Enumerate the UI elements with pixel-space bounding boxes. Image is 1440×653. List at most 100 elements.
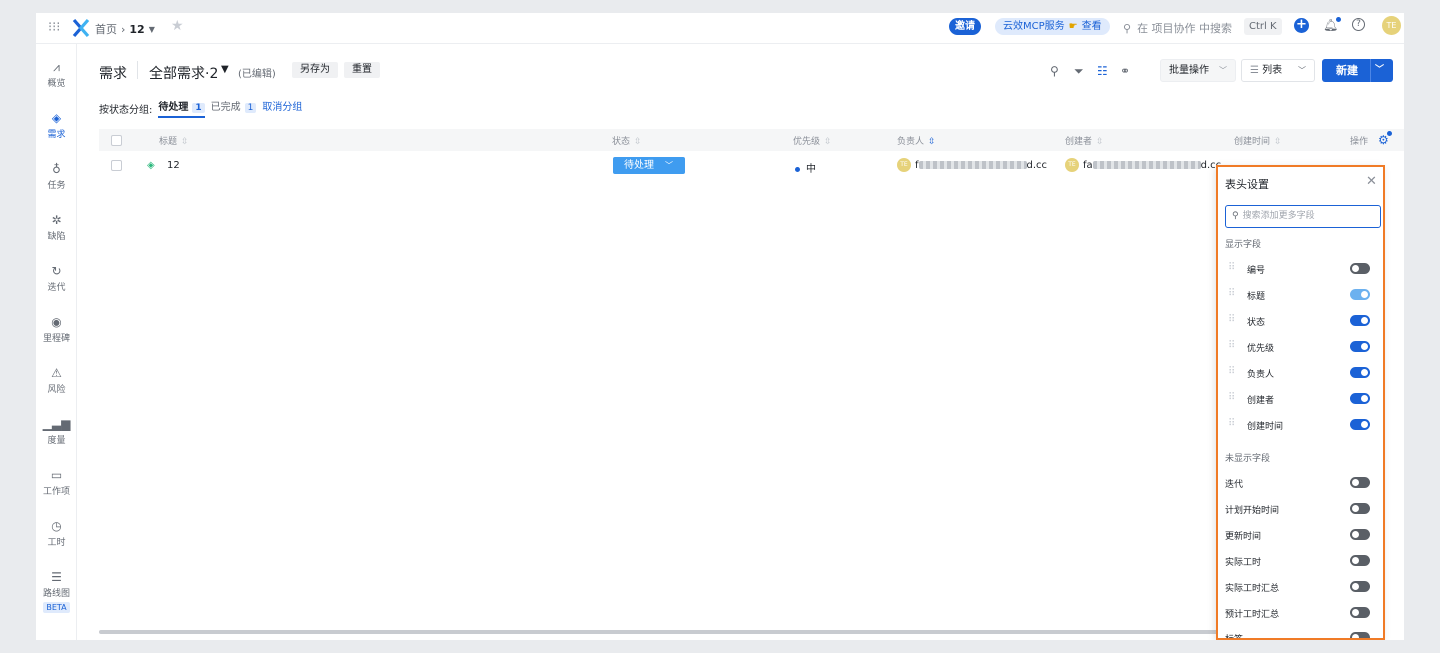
new-button[interactable]: 新建 ﹀ <box>1322 59 1393 82</box>
table-row[interactable]: ◈ 12 待处理 ﹀ 中 TE f d.cc TE fa d.cc <box>99 151 1404 181</box>
field-search-input[interactable]: ⚲ 搜索添加更多字段 <box>1225 205 1381 228</box>
toggle-switch[interactable] <box>1350 581 1370 592</box>
toggle-switch[interactable] <box>1350 607 1370 618</box>
star-icon[interactable]: ★ <box>171 18 184 34</box>
drag-handle-icon[interactable]: ⠿ <box>1228 340 1235 351</box>
toggle-switch[interactable] <box>1350 367 1370 378</box>
edited-label: (已编辑) <box>238 69 276 80</box>
breadcrumb-home[interactable]: 首页 <box>95 21 117 37</box>
sidebar-item-iterations[interactable]: ↻ 迭代 <box>36 264 77 293</box>
toggle-switch[interactable] <box>1350 419 1370 430</box>
column-header-status[interactable]: 状态 ⇳ <box>612 134 642 147</box>
field-row-priority[interactable]: ⠿ 优先级 <box>1225 340 1375 354</box>
toggle-switch[interactable] <box>1350 477 1370 488</box>
field-row-iteration[interactable]: 迭代 <box>1225 476 1375 490</box>
drag-handle-icon[interactable]: ⠿ <box>1228 366 1235 377</box>
column-settings-gear-icon[interactable]: ⚙︎ <box>1378 131 1392 147</box>
field-row-title[interactable]: ⠿ 标题 <box>1225 288 1375 302</box>
column-header-owner[interactable]: 负责人 ⇳ <box>897 134 936 147</box>
field-row-estimated-hours-total[interactable]: 预计工时汇总 <box>1225 606 1375 620</box>
priority-cell[interactable]: 中 <box>795 160 816 175</box>
view-selector[interactable]: 全部需求·2 <box>149 63 218 83</box>
app-grid-icon[interactable]: ⁝⁝⁝ <box>48 21 62 35</box>
reset-button[interactable]: 重置 <box>344 62 380 78</box>
field-row-actual-hours-total[interactable]: 实际工时汇总 <box>1225 580 1375 594</box>
drag-handle-icon[interactable]: ⠿ <box>1228 288 1235 299</box>
select-all-checkbox[interactable] <box>111 135 122 146</box>
sidebar-item-milestones[interactable]: ◉ 里程碑 <box>36 315 77 344</box>
sidebar-item-requirements[interactable]: ◈ 需求 <box>36 111 77 140</box>
sidebar-item-metrics[interactable]: ▁▃▆ 度量 <box>36 417 77 446</box>
status-dropdown[interactable]: 待处理 ﹀ <box>613 157 685 174</box>
search-icon[interactable]: ⚲ <box>1050 64 1059 78</box>
chevron-down-icon[interactable]: ﹀ <box>1375 59 1384 82</box>
row-checkbox[interactable] <box>111 160 122 171</box>
close-icon[interactable]: ✕ <box>1366 174 1377 189</box>
sort-icon[interactable]: ⇳ <box>181 137 189 147</box>
toggle-switch[interactable] <box>1350 555 1370 566</box>
filter-icon[interactable]: ⏷ <box>1074 64 1084 79</box>
yunxiao-logo[interactable] <box>72 17 90 39</box>
sort-icon[interactable]: ⇳ <box>634 137 642 147</box>
sidebar-item-risks[interactable]: ⚠︎ 风险 <box>36 366 77 395</box>
sort-icon[interactable]: ⇳ <box>824 137 832 147</box>
breadcrumb-project[interactable]: 12 <box>129 23 144 36</box>
field-row-actual-hours[interactable]: 实际工时 <box>1225 554 1375 568</box>
batch-operations-button[interactable]: 批量操作 ﹀ <box>1160 59 1236 82</box>
field-row-owner[interactable]: ⠿ 负责人 <box>1225 366 1375 380</box>
mcp-view-link[interactable]: 查看 <box>1082 18 1102 35</box>
field-row-plan-start[interactable]: 计划开始时间 <box>1225 502 1375 516</box>
drag-handle-icon[interactable]: ⠿ <box>1228 314 1235 325</box>
view-mode-select[interactable]: ☰ 列表 ﹀ <box>1241 59 1315 82</box>
sidebar-item-overview[interactable]: ⩘ 概览 <box>36 60 77 89</box>
horizontal-scrollbar[interactable] <box>99 630 1219 634</box>
toggle-switch[interactable] <box>1350 632 1370 640</box>
row-title[interactable]: 12 <box>167 160 180 171</box>
save-as-button[interactable]: 另存为 <box>292 62 338 78</box>
field-row-number[interactable]: ⠿ 编号 <box>1225 262 1375 276</box>
drag-handle-icon[interactable]: ⠿ <box>1228 418 1235 429</box>
column-header-title[interactable]: 标题 ⇳ <box>159 134 189 147</box>
sidebar-item-workitems[interactable]: ▭ 工作项 <box>36 468 77 497</box>
search-shortcut: Ctrl K <box>1244 18 1282 35</box>
user-avatar[interactable]: TE <box>1382 16 1401 35</box>
global-search[interactable]: ⚲ 在 项目协作 中搜索 <box>1123 20 1232 36</box>
group-tab-pending[interactable]: 待处理 1 <box>158 98 205 118</box>
sidebar-item-bugs[interactable]: ✲ 缺陷 <box>36 213 77 242</box>
mcp-banner[interactable]: 云效MCP服务 ☛ 查看 <box>995 18 1110 35</box>
invite-button[interactable]: 邀请 <box>949 18 981 35</box>
creator-cell[interactable]: TE fa d.cc <box>1065 158 1221 172</box>
tree-view-icon[interactable]: ☷ <box>1097 64 1108 78</box>
toggle-switch[interactable] <box>1350 341 1370 352</box>
toggle-switch[interactable] <box>1350 315 1370 326</box>
bell-icon[interactable]: 🔔︎ <box>1323 17 1342 32</box>
column-header-created-time[interactable]: 创建时间 ⇳ <box>1234 134 1282 147</box>
sort-icon[interactable]: ⇳ <box>1274 137 1282 147</box>
owner-cell[interactable]: TE f d.cc <box>897 158 1047 172</box>
sidebar-item-worktime[interactable]: ◷ 工时 <box>36 519 77 548</box>
toggle-switch[interactable] <box>1350 263 1370 274</box>
field-row-creator[interactable]: ⠿ 创建者 <box>1225 392 1375 406</box>
caret-down-icon[interactable]: ▼ <box>221 64 229 75</box>
sort-icon[interactable]: ⇳ <box>928 137 936 147</box>
group-tab-done[interactable]: 已完成 1 <box>211 98 257 118</box>
toggle-switch[interactable] <box>1350 503 1370 514</box>
column-header-creator[interactable]: 创建者 ⇳ <box>1065 134 1104 147</box>
cancel-group-link[interactable]: 取消分组 <box>262 98 302 118</box>
toggle-switch[interactable] <box>1350 529 1370 540</box>
column-header-priority[interactable]: 优先级 ⇳ <box>793 134 832 147</box>
sidebar-item-roadmap[interactable]: ☰ 路线图 BETA <box>36 570 77 613</box>
sidebar-item-tasks[interactable]: ♁ 任务 <box>36 162 77 191</box>
sort-icon[interactable]: ⇳ <box>1096 137 1104 147</box>
field-row-updated-time[interactable]: 更新时间 <box>1225 528 1375 542</box>
field-row-created-time[interactable]: ⠿ 创建时间 <box>1225 418 1375 432</box>
link-icon[interactable]: ⚭ <box>1120 64 1130 78</box>
field-row-status[interactable]: ⠿ 状态 <box>1225 314 1375 328</box>
chevron-down-icon[interactable]: ▼ <box>149 25 155 34</box>
help-icon[interactable]: ? <box>1352 18 1365 31</box>
drag-handle-icon[interactable]: ⠿ <box>1228 392 1235 403</box>
field-row-tags[interactable]: 标签 <box>1225 631 1375 640</box>
toggle-switch[interactable] <box>1350 393 1370 404</box>
drag-handle-icon[interactable]: ⠿ <box>1228 262 1235 273</box>
create-plus-button[interactable]: + <box>1294 18 1309 33</box>
